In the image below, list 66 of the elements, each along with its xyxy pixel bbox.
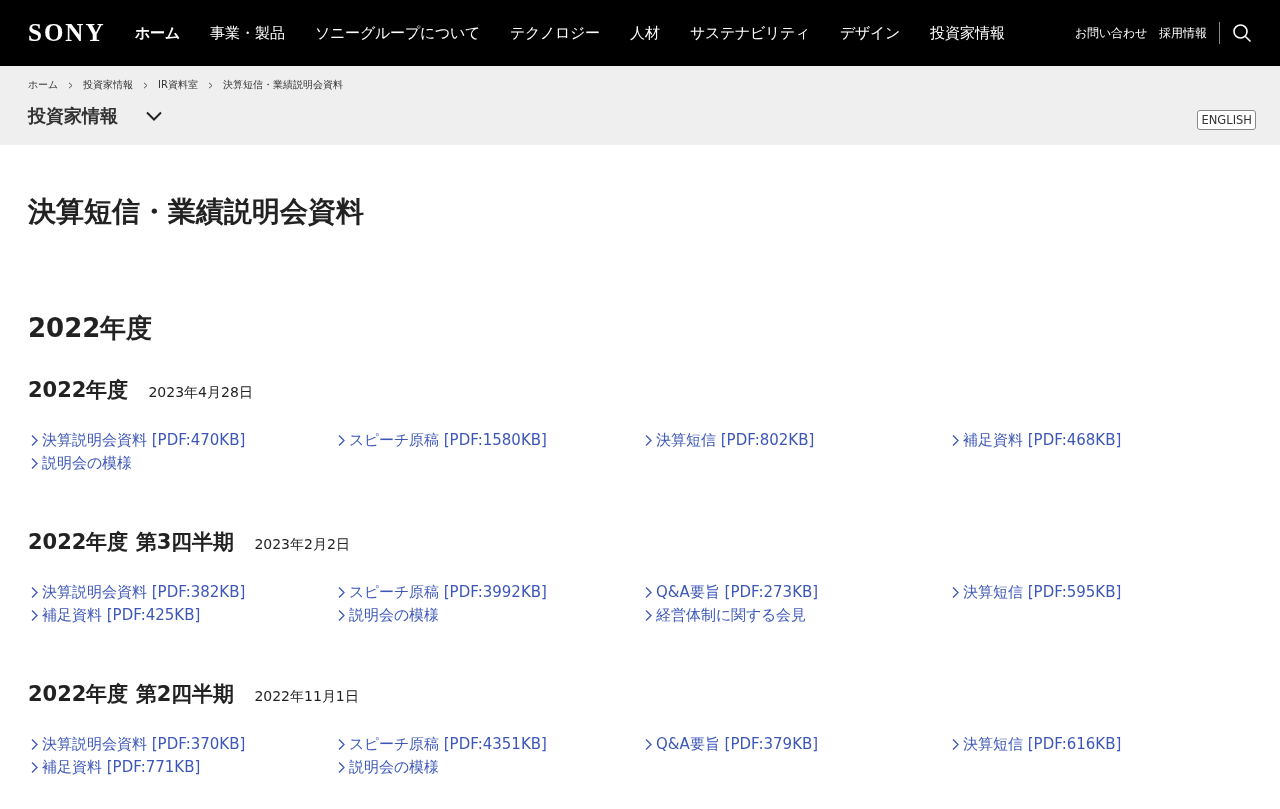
page-title: 決算短信・業績説明会資料 [28,194,365,230]
document-link[interactable]: 決算短信 [PDF:616KB] [949,734,1122,755]
utility-link[interactable]: お問い合わせ [1075,25,1147,41]
section-date: 2022年11月1日 [254,688,359,706]
document-link[interactable]: 経営体制に関する会見 [642,605,806,626]
chevron-icon [68,81,73,89]
section-title: 2022年度 [28,377,129,404]
document-link[interactable]: 補足資料 [PDF:771KB] [28,757,201,778]
chevron-icon [644,738,653,751]
nav-link[interactable]: デザイン [840,23,901,43]
nav-link[interactable]: 人材 [630,23,661,43]
chevron-icon [337,586,346,599]
document-link[interactable]: スピーチ原稿 [PDF:1580KB] [335,430,547,451]
nav-link[interactable]: テクノロジー [510,23,601,43]
document-link[interactable]: 決算説明会資料 [PDF:382KB] [28,582,246,603]
logo[interactable]: SONY [28,19,106,47]
section-title: 2022年度 第2四半期 [28,681,235,708]
chevron-icon [644,609,653,622]
chevron-icon [644,434,653,447]
breadcrumb-link[interactable]: 決算短信・業績説明会資料 [222,78,343,92]
document-link[interactable]: スピーチ原稿 [PDF:3992KB] [335,582,547,603]
breadcrumb-link[interactable]: 投資家情報 [83,78,133,92]
chevron-icon [337,738,346,751]
document-link[interactable]: 説明会の模様 [28,453,132,474]
section-date: 2023年2月2日 [254,536,350,554]
section-menu-button[interactable]: 投資家情報 [28,104,162,128]
document-link[interactable]: スピーチ原稿 [PDF:4351KB] [335,734,547,755]
chevron-icon [337,434,346,447]
nav-link[interactable]: サステナビリティ [690,23,811,43]
document-link[interactable]: 説明会の模様 [335,605,439,626]
nav-link[interactable]: 投資家情報 [930,23,1006,43]
document-link[interactable]: Q&A要旨 [PDF:379KB] [642,734,819,755]
chevron-icon [951,586,960,599]
chevron-down-icon [146,111,162,121]
document-link[interactable]: 決算短信 [PDF:595KB] [949,582,1122,603]
chevron-icon [30,457,39,470]
year-heading: 2022年度 [28,312,154,345]
breadcrumb-link[interactable]: IR資料室 [158,78,198,92]
nav-link[interactable]: ホーム [135,23,181,43]
document-link[interactable]: 決算短信 [PDF:802KB] [642,430,815,451]
nav-link[interactable]: 事業・製品 [210,23,286,43]
document-link[interactable]: Q&A要旨 [PDF:273KB] [642,582,819,603]
chevron-icon [30,586,39,599]
document-link[interactable]: 説明会の模様 [335,757,439,778]
chevron-icon [951,738,960,751]
utility-link[interactable]: 採用情報 [1159,25,1207,41]
chevron-icon [30,738,39,751]
chevron-icon [207,81,213,89]
chevron-icon [644,586,653,599]
chevron-icon [30,434,39,447]
breadcrumb-link[interactable]: ホーム [28,78,58,92]
document-link[interactable]: 補足資料 [PDF:468KB] [949,430,1122,451]
section-date: 2023年4月28日 [148,384,253,402]
document-link[interactable]: 決算説明会資料 [PDF:370KB] [28,734,246,755]
document-link[interactable]: 決算説明会資料 [PDF:470KB] [28,430,246,451]
chevron-icon [337,609,346,622]
section-title: 2022年度 第3四半期 [28,529,235,556]
search-icon[interactable] [1232,23,1252,43]
document-link[interactable]: 補足資料 [PDF:425KB] [28,605,201,626]
language-button[interactable]: ENGLISH [1197,110,1256,130]
chevron-icon [337,761,346,774]
chevron-icon [143,81,148,89]
chevron-icon [30,609,39,622]
nav-link[interactable]: ソニーグループについて [315,23,481,43]
chevron-icon [951,434,960,447]
chevron-icon [30,761,39,774]
